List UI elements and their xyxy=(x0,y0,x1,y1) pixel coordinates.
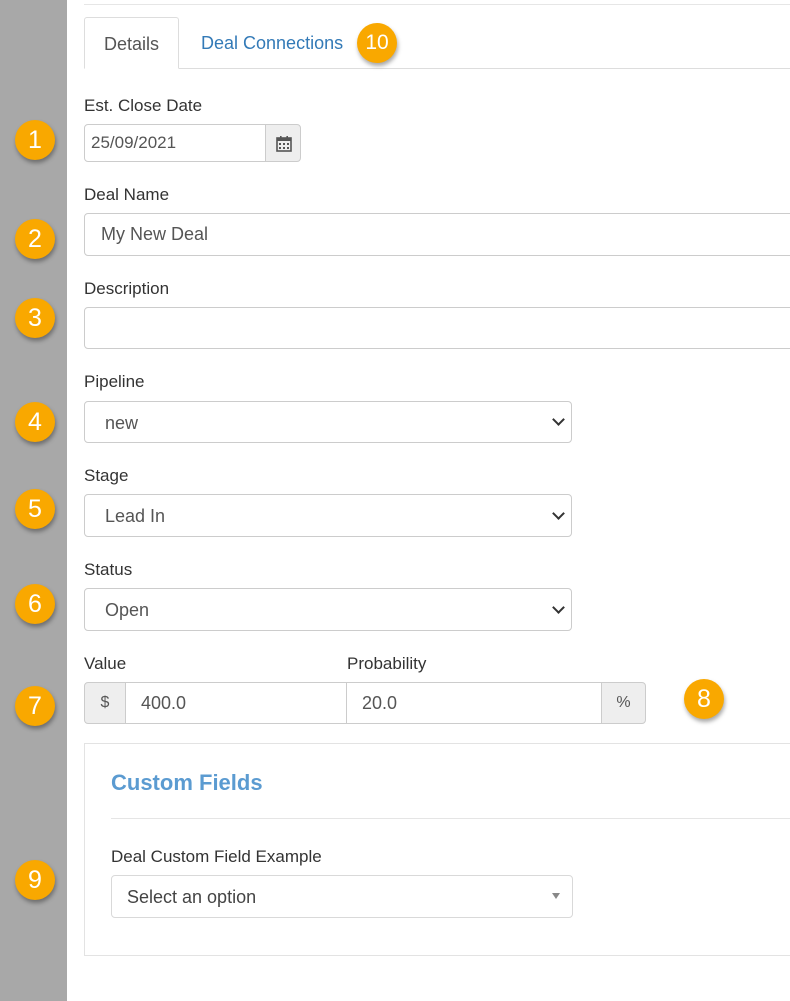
status-label: Status xyxy=(84,560,133,579)
custom-field-select[interactable]: Select an option xyxy=(111,875,573,918)
tab-deal-connections[interactable]: Deal Connections xyxy=(182,17,362,68)
callout-badge-5: 5 xyxy=(15,489,55,529)
status-select[interactable]: Open xyxy=(84,588,572,631)
deal-name-label: Deal Name xyxy=(84,185,170,204)
stage-select[interactable]: Lead In xyxy=(84,494,572,537)
pipeline-value: new xyxy=(105,413,139,433)
close-date-label: Est. Close Date xyxy=(84,96,203,115)
probability-input[interactable] xyxy=(346,682,602,724)
callout-badge-4: 4 xyxy=(15,402,55,442)
callout-badge-7: 7 xyxy=(15,686,55,726)
custom-fields-panel: Custom Fields Deal Custom Field Example … xyxy=(84,743,790,956)
callout-badge-2: 2 xyxy=(15,219,55,259)
caret-down-icon xyxy=(552,893,560,899)
panel-divider xyxy=(111,818,790,819)
custom-field-label: Deal Custom Field Example xyxy=(111,847,322,866)
percent-addon: % xyxy=(601,682,646,724)
calendar-icon xyxy=(276,136,292,152)
value-input[interactable] xyxy=(125,682,347,724)
stage-label: Stage xyxy=(84,466,129,485)
callout-badge-10: 10 xyxy=(357,23,397,63)
custom-fields-title: Custom Fields xyxy=(111,770,263,795)
tab-details[interactable]: Details xyxy=(84,17,179,69)
description-label: Description xyxy=(84,279,170,298)
callout-badge-9: 9 xyxy=(15,860,55,900)
callout-badge-8: 8 xyxy=(684,679,724,719)
close-date-group xyxy=(84,124,301,162)
callout-badge-3: 3 xyxy=(15,298,55,338)
description-input[interactable] xyxy=(84,307,790,349)
deal-name-input[interactable] xyxy=(84,213,790,256)
top-divider xyxy=(84,4,790,5)
custom-field-placeholder: Select an option xyxy=(127,887,257,907)
chevron-down-icon xyxy=(552,413,565,426)
close-date-input[interactable] xyxy=(84,124,266,162)
stage-value: Lead In xyxy=(105,506,166,526)
tab-bar: Details Deal Connections xyxy=(84,17,790,69)
status-value: Open xyxy=(105,600,150,620)
probability-label: Probability xyxy=(347,654,427,673)
callout-badge-1: 1 xyxy=(15,120,55,160)
callout-badge-6: 6 xyxy=(15,584,55,624)
calendar-button[interactable] xyxy=(265,124,301,162)
pipeline-label: Pipeline xyxy=(84,372,145,391)
chevron-down-icon xyxy=(552,506,565,520)
currency-addon: $ xyxy=(84,682,126,724)
chevron-down-icon xyxy=(552,600,565,614)
pipeline-select[interactable]: new xyxy=(84,401,572,443)
value-label: Value xyxy=(84,654,127,673)
